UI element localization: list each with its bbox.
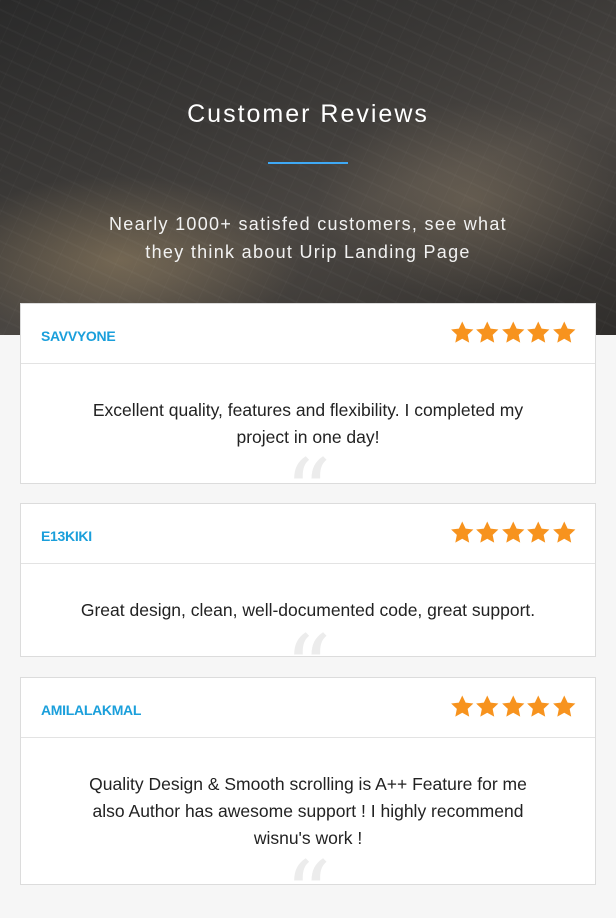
review-header: AMILALAKMAL <box>21 678 595 738</box>
star-icon <box>476 521 499 543</box>
star-icon <box>450 321 473 343</box>
review-text: Great design, clean, well-documented cod… <box>80 600 536 620</box>
star-icon <box>527 695 550 717</box>
reviewer-name: E13KIKI <box>41 528 92 544</box>
star-icon <box>501 695 524 717</box>
star-icon <box>501 521 524 543</box>
quote-icon: “ <box>21 624 595 657</box>
star-icon <box>527 521 550 543</box>
hero-background-image <box>0 0 616 335</box>
star-icon <box>450 695 473 717</box>
section-subtitle: Nearly 1000+ satisfed customers, see wha… <box>109 214 507 262</box>
star-rating <box>450 520 577 545</box>
review-body: Excellent quality, features and flexibil… <box>21 364 595 483</box>
star-icon <box>501 321 524 343</box>
quote-icon: “ <box>21 448 595 484</box>
star-icon <box>552 321 575 343</box>
review-card: AMILALAKMAL Quality Design & Smooth scro… <box>20 677 596 885</box>
star-icon <box>552 521 575 543</box>
reviews-hero: Customer Reviews Nearly 1000+ satisfed c… <box>0 0 616 335</box>
star-icon <box>476 695 499 717</box>
star-icon <box>450 521 473 543</box>
review-text: Excellent quality, features and flexibil… <box>92 400 524 447</box>
review-text: Quality Design & Smooth scrolling is A++… <box>89 774 527 848</box>
review-header: E13KIKI <box>21 504 595 564</box>
review-body: Quality Design & Smooth scrolling is A++… <box>21 738 595 884</box>
star-icon <box>476 321 499 343</box>
title-divider <box>268 162 348 164</box>
reviewer-name: SAVVYONE <box>41 328 116 344</box>
review-body: Great design, clean, well-documented cod… <box>21 564 595 656</box>
star-icon <box>527 321 550 343</box>
review-card: E13KIKI Great design, clean, well-docume… <box>20 503 596 657</box>
reviewer-name: AMILALAKMAL <box>41 702 142 718</box>
section-title: Customer Reviews <box>187 100 429 128</box>
review-card: SAVVYONE Excellent quality, features and… <box>20 303 596 484</box>
star-rating <box>450 694 577 719</box>
review-header: SAVVYONE <box>21 304 595 364</box>
star-icon <box>552 695 575 717</box>
quote-icon: “ <box>21 850 595 885</box>
star-rating <box>450 320 577 345</box>
